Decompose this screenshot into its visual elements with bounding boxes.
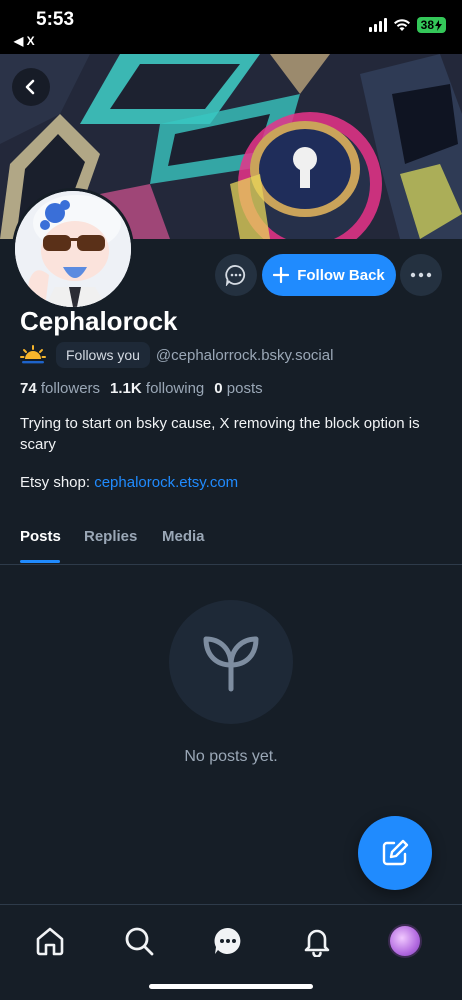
nav-search[interactable] <box>119 921 159 961</box>
posts-stat: 0 posts <box>214 380 262 397</box>
status-time: 5:53 <box>36 9 75 30</box>
battery-indicator: 38 <box>416 17 446 33</box>
more-options-button[interactable] <box>400 254 442 296</box>
sprout-icon <box>203 636 259 692</box>
nav-profile-avatar <box>388 924 422 958</box>
followers-stat[interactable]: 74 followers <box>20 380 100 397</box>
home-icon <box>36 927 64 956</box>
following-stat[interactable]: 1.1K following <box>110 380 204 397</box>
search-icon <box>125 927 154 956</box>
sunrise-emoji <box>20 345 46 364</box>
active-tab-indicator <box>20 560 60 563</box>
nav-home[interactable] <box>30 921 70 961</box>
following-count: 1.1K <box>110 380 142 397</box>
empty-state-icon-circle <box>169 600 293 724</box>
etsy-label: Etsy shop: <box>20 474 91 491</box>
profile-meta-row: Follows you @cephalorrock.bsky.social <box>20 342 333 368</box>
followers-count: 74 <box>20 380 37 397</box>
plus-icon <box>273 267 290 283</box>
chat-bubble-icon <box>225 265 246 286</box>
following-label: following <box>145 380 205 397</box>
profile-bio: Trying to start on bsky cause, X removin… <box>20 415 420 453</box>
ellipsis-icon <box>410 272 432 278</box>
status-icons: 38 <box>368 17 446 33</box>
tab-media[interactable]: Media <box>162 528 205 545</box>
back-to-app-link[interactable]: ◀ X <box>14 34 35 48</box>
follow-back-button[interactable]: Follow Back <box>262 254 396 296</box>
profile-screen: 5:53 ◀ X 38 Follow Back Cephalorock Foll… <box>0 0 462 1000</box>
messages-icon <box>214 927 241 954</box>
follows-you-badge: Follows you <box>56 342 150 368</box>
display-name: Cephalorock <box>20 306 178 336</box>
follow-back-label: Follow Back <box>297 266 385 284</box>
nav-messages[interactable] <box>208 921 248 961</box>
profile-tabs: Posts Replies Media <box>0 516 462 565</box>
charging-bolt-icon <box>435 19 442 31</box>
tab-posts[interactable]: Posts <box>20 528 61 545</box>
profile-avatar[interactable] <box>12 188 134 310</box>
posts-count: 0 <box>214 380 223 397</box>
etsy-line: Etsy shop: cephalorock.etsy.com <box>20 474 238 491</box>
followers-label: followers <box>40 380 101 397</box>
message-button[interactable] <box>215 254 257 296</box>
back-button[interactable] <box>12 68 50 106</box>
signal-icon <box>368 18 387 32</box>
bell-icon <box>304 929 330 957</box>
empty-state-text: No posts yet. <box>184 748 278 765</box>
compose-icon <box>382 839 409 866</box>
chevron-left-icon <box>25 79 35 95</box>
home-indicator <box>149 984 313 989</box>
tab-replies[interactable]: Replies <box>84 528 137 545</box>
profile-stats: 74 followers 1.1K following 0 posts <box>20 380 263 397</box>
compose-post-button[interactable] <box>358 816 432 890</box>
status-bar: 5:53 ◀ X 38 <box>0 0 462 54</box>
avatar-image <box>15 191 131 307</box>
profile-handle[interactable]: @cephalorrock.bsky.social <box>156 347 334 364</box>
wifi-icon <box>393 19 410 31</box>
nav-notifications[interactable] <box>297 921 337 961</box>
etsy-link[interactable]: cephalorock.etsy.com <box>94 474 238 491</box>
battery-level: 38 <box>420 18 434 32</box>
posts-label: posts <box>226 380 263 397</box>
nav-profile[interactable] <box>385 921 425 961</box>
